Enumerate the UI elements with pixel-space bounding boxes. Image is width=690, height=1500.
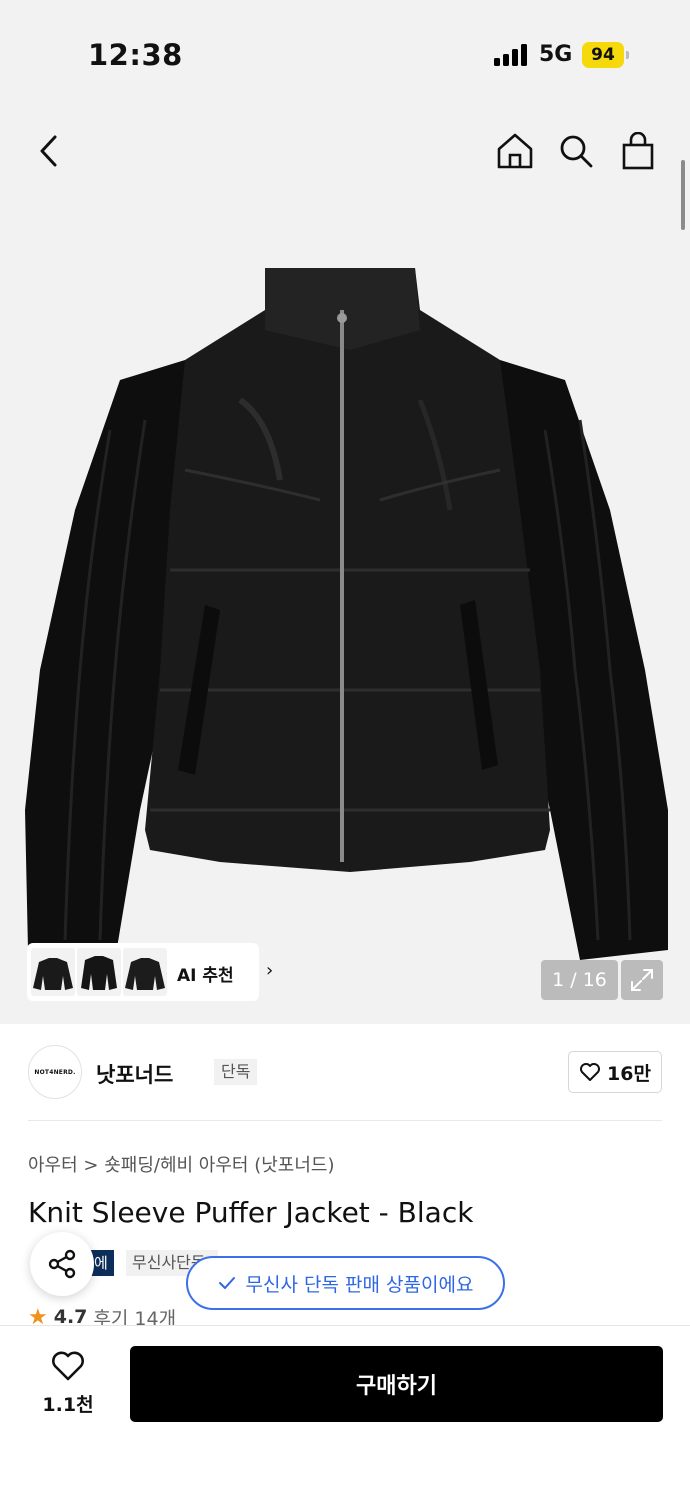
bag-button[interactable] <box>613 125 663 177</box>
ai-thumbnail[interactable] <box>31 948 75 996</box>
status-time: 12:38 <box>88 38 183 72</box>
expand-button[interactable] <box>621 960 663 1000</box>
exclusive-notice-tooltip: 무신사 단독 판매 상품이에요 <box>186 1256 505 1310</box>
brand-like-button[interactable]: 16만 <box>568 1051 662 1093</box>
buy-button[interactable]: 구매하기 <box>130 1346 663 1422</box>
brand-like-count: 16만 <box>607 1062 651 1085</box>
image-counter: 1 / 16 <box>541 960 618 1000</box>
home-button[interactable] <box>490 125 540 177</box>
breadcrumb[interactable]: 아우터 > 숏패딩/헤비 아우터 (낫포너드) <box>28 1151 334 1177</box>
divider <box>28 1120 662 1121</box>
network-label: 5G <box>539 42 573 67</box>
heart-icon <box>52 1351 84 1381</box>
brand-row: NOT4NERD. 낫포너드 단독 16만 <box>28 1043 662 1101</box>
top-nav <box>0 125 690 181</box>
product-image[interactable] <box>20 250 670 970</box>
search-icon <box>560 135 593 168</box>
heart-icon <box>580 1063 601 1081</box>
scroll-indicator[interactable] <box>681 160 685 230</box>
search-button[interactable] <box>551 125 601 177</box>
ai-recommend-button[interactable]: AI 추천 › <box>27 943 273 1001</box>
back-icon <box>40 135 57 167</box>
brand-logo[interactable]: NOT4NERD. <box>28 1045 82 1099</box>
share-button[interactable] <box>30 1232 94 1296</box>
back-button[interactable] <box>24 125 74 177</box>
expand-icon <box>631 969 653 991</box>
product-title: Knit Sleeve Puffer Jacket - Black <box>28 1196 474 1229</box>
check-icon <box>218 1277 235 1289</box>
wishlist-count: 1.1천 <box>42 1394 94 1416</box>
ai-recommend-label: AI 추천 <box>177 966 234 986</box>
ai-thumbnail[interactable] <box>77 948 121 996</box>
home-icon <box>497 133 533 169</box>
bag-icon <box>622 132 654 170</box>
brand-name[interactable]: 낫포너드 <box>96 1059 173 1089</box>
chevron-right-icon: › <box>266 960 274 981</box>
ai-thumbnail[interactable] <box>123 948 167 996</box>
battery-tip <box>626 51 629 59</box>
status-bar: 12:38 5G 94 <box>0 0 690 110</box>
battery-icon: 94 <box>582 42 624 68</box>
share-icon <box>48 1249 76 1279</box>
brand-exclusive-badge: 단독 <box>214 1059 258 1085</box>
signal-icon <box>494 44 530 66</box>
wishlist-button[interactable]: 1.1천 <box>38 1350 98 1417</box>
bottom-action-bar: 1.1천 구매하기 <box>0 1325 690 1500</box>
exclusive-notice-text: 무신사 단독 판매 상품이에요 <box>245 1273 474 1296</box>
